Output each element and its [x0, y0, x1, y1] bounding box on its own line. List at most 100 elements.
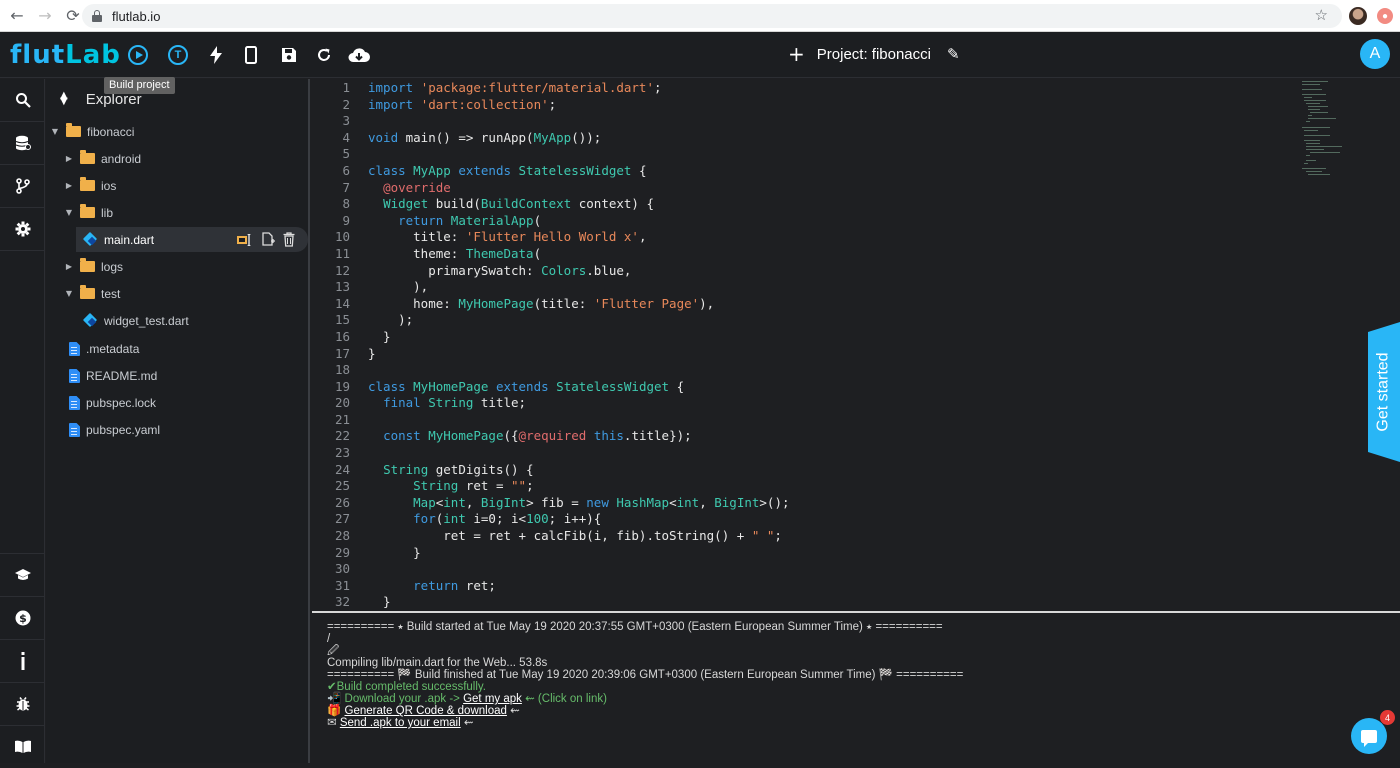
code-line[interactable]: 9 return MaterialApp( — [312, 213, 1302, 230]
database-icon[interactable] — [0, 122, 45, 164]
refresh-icon[interactable] — [313, 44, 335, 66]
code-line[interactable]: 24 String getDigits() { — [312, 462, 1302, 479]
expand-collapse-icon[interactable]: ▲ ▼ — [60, 91, 68, 107]
code-text[interactable]: ), — [368, 279, 428, 296]
chat-button[interactable] — [1351, 718, 1387, 754]
code-text[interactable]: @override — [368, 180, 451, 197]
code-text[interactable]: } — [368, 329, 391, 346]
code-text[interactable]: const MyHomePage({@required this.title})… — [368, 428, 692, 445]
tree-file-widget-test[interactable]: widget_test.dart — [46, 308, 308, 333]
code-text[interactable]: primarySwatch: Colors.blue, — [368, 263, 631, 280]
tree-folder-fibonacci[interactable]: ▼ fibonacci — [46, 119, 308, 144]
tree-folder-lib[interactable]: ▼ lib — [46, 200, 308, 225]
tree-file-pubspec-yaml[interactable]: pubspec.yaml — [46, 417, 308, 442]
rename-file-icon[interactable] — [236, 231, 254, 248]
code-text[interactable]: } — [368, 346, 376, 363]
dollar-icon[interactable]: $ — [0, 597, 45, 639]
device-icon[interactable] — [240, 44, 262, 66]
code-text[interactable]: ); — [368, 312, 413, 329]
chevron-down-icon[interactable]: ▼ — [50, 127, 60, 136]
code-text[interactable]: void main() => runApp(MyApp()); — [368, 130, 601, 147]
flutlab-logo[interactable]: flutLab — [10, 40, 121, 70]
git-branch-icon[interactable] — [0, 165, 45, 207]
code-line[interactable]: 6 class MyApp extends StatelessWidget { — [312, 163, 1302, 180]
back-icon[interactable]: ← — [6, 5, 28, 27]
code-line[interactable]: 3 — [312, 113, 1302, 130]
code-line[interactable]: 8 Widget build(BuildContext context) { — [312, 196, 1302, 213]
chevron-down-icon[interactable]: ▼ — [64, 208, 74, 217]
generate-qr-link[interactable]: Generate QR Code & download — [345, 705, 507, 717]
chevron-right-icon[interactable]: ▶ — [64, 262, 74, 271]
tree-file-readme[interactable]: README.md — [46, 363, 308, 388]
tree-folder-logs[interactable]: ▶ logs — [46, 254, 308, 279]
code-line[interactable]: 22 const MyHomePage({@required this.titl… — [312, 428, 1302, 445]
bug-icon[interactable] — [0, 683, 45, 725]
code-text[interactable]: for(int i=0; i<100; i++){ — [368, 511, 601, 528]
search-icon[interactable] — [0, 79, 45, 121]
code-text[interactable]: import 'package:flutter/material.dart'; — [368, 80, 662, 97]
build-project-icon[interactable] — [127, 44, 149, 66]
code-line[interactable]: 17} — [312, 346, 1302, 363]
chevron-right-icon[interactable]: ▶ — [64, 154, 74, 163]
address-bar[interactable]: flutlab.io ☆ — [82, 4, 1342, 28]
settings-icon[interactable] — [0, 208, 45, 250]
code-line[interactable]: 16 } — [312, 329, 1302, 346]
code-editor[interactable]: 1 import 'package:flutter/material.dart';… — [312, 79, 1400, 611]
hot-reload-icon[interactable]: T — [167, 44, 189, 66]
send-apk-email-link[interactable]: Send .apk to your email — [340, 717, 461, 729]
code-line[interactable]: 29 } — [312, 545, 1302, 562]
code-line[interactable]: 5 — [312, 146, 1302, 163]
code-line[interactable]: 18 — [312, 362, 1302, 379]
code-text[interactable]: Map<int, BigInt> fib = new HashMap<int, … — [368, 495, 789, 512]
code-text[interactable]: ret = ret + calcFib(i, fib).toString() +… — [368, 528, 782, 545]
code-line[interactable]: 7 @override — [312, 180, 1302, 197]
code-line[interactable]: 25 String ret = ""; — [312, 478, 1302, 495]
code-text[interactable]: final String title; — [368, 395, 526, 412]
cloud-download-icon[interactable] — [347, 44, 371, 66]
chevron-right-icon[interactable]: ▶ — [64, 181, 74, 190]
code-line[interactable]: 10 title: 'Flutter Hello World x', — [312, 229, 1302, 246]
code-text[interactable]: } — [368, 545, 421, 562]
code-text[interactable]: title: 'Flutter Hello World x', — [368, 229, 646, 246]
flash-icon[interactable] — [205, 44, 227, 66]
chevron-down-icon[interactable]: ▼ — [64, 289, 74, 298]
code-text[interactable]: class MyApp extends StatelessWidget { — [368, 163, 646, 180]
code-text[interactable]: class MyHomePage extends StatelessWidget… — [368, 379, 684, 396]
code-line[interactable]: 15 ); — [312, 312, 1302, 329]
reload-icon[interactable]: ⟳ — [62, 5, 84, 27]
bookmark-star-icon[interactable]: ☆ — [1315, 6, 1328, 24]
get-started-tab[interactable]: Get started — [1368, 322, 1400, 462]
code-text[interactable]: return ret; — [368, 578, 496, 595]
code-line[interactable]: 28 ret = ret + calcFib(i, fib).toString(… — [312, 528, 1302, 545]
code-lines[interactable]: 1 import 'package:flutter/material.dart';… — [312, 80, 1302, 611]
extension-icon[interactable]: ● — [1377, 8, 1393, 24]
forward-icon[interactable]: → — [34, 5, 56, 27]
browser-profile-avatar[interactable] — [1349, 7, 1367, 25]
code-line[interactable]: 30 — [312, 561, 1302, 578]
delete-file-icon[interactable] — [280, 231, 298, 248]
code-text[interactable]: import 'dart:collection'; — [368, 97, 556, 114]
code-line[interactable]: 32 } — [312, 594, 1302, 611]
code-line[interactable]: 31 return ret; — [312, 578, 1302, 595]
tree-file-pubspec-lock[interactable]: pubspec.lock — [46, 390, 308, 415]
school-icon[interactable] — [0, 554, 45, 596]
code-line[interactable]: 20 final String title; — [312, 395, 1302, 412]
code-line[interactable]: 14 home: MyHomePage(title: 'Flutter Page… — [312, 296, 1302, 313]
code-text[interactable]: } — [368, 594, 391, 611]
code-line[interactable]: 12 primarySwatch: Colors.blue, — [312, 263, 1302, 280]
code-line[interactable]: 2 import 'dart:collection'; — [312, 97, 1302, 114]
tree-file-metadata[interactable]: .metadata — [46, 336, 308, 361]
save-icon[interactable] — [278, 44, 300, 66]
code-line[interactable]: 19 class MyHomePage extends StatelessWidg… — [312, 379, 1302, 396]
code-line[interactable]: 11 theme: ThemeData( — [312, 246, 1302, 263]
tree-folder-test[interactable]: ▼ test — [46, 281, 308, 306]
code-line[interactable]: 21 — [312, 412, 1302, 429]
tree-folder-ios[interactable]: ▶ ios — [46, 173, 308, 198]
code-text[interactable]: String ret = ""; — [368, 478, 533, 495]
new-file-icon[interactable] — [259, 231, 277, 248]
book-icon[interactable] — [0, 726, 45, 768]
edit-project-icon[interactable]: ✎ — [947, 45, 960, 63]
code-line[interactable]: 4 void main() => runApp(MyApp()); — [312, 130, 1302, 147]
tree-file-main-dart[interactable]: main.dart — [76, 227, 308, 252]
code-line[interactable]: 13 ), — [312, 279, 1302, 296]
